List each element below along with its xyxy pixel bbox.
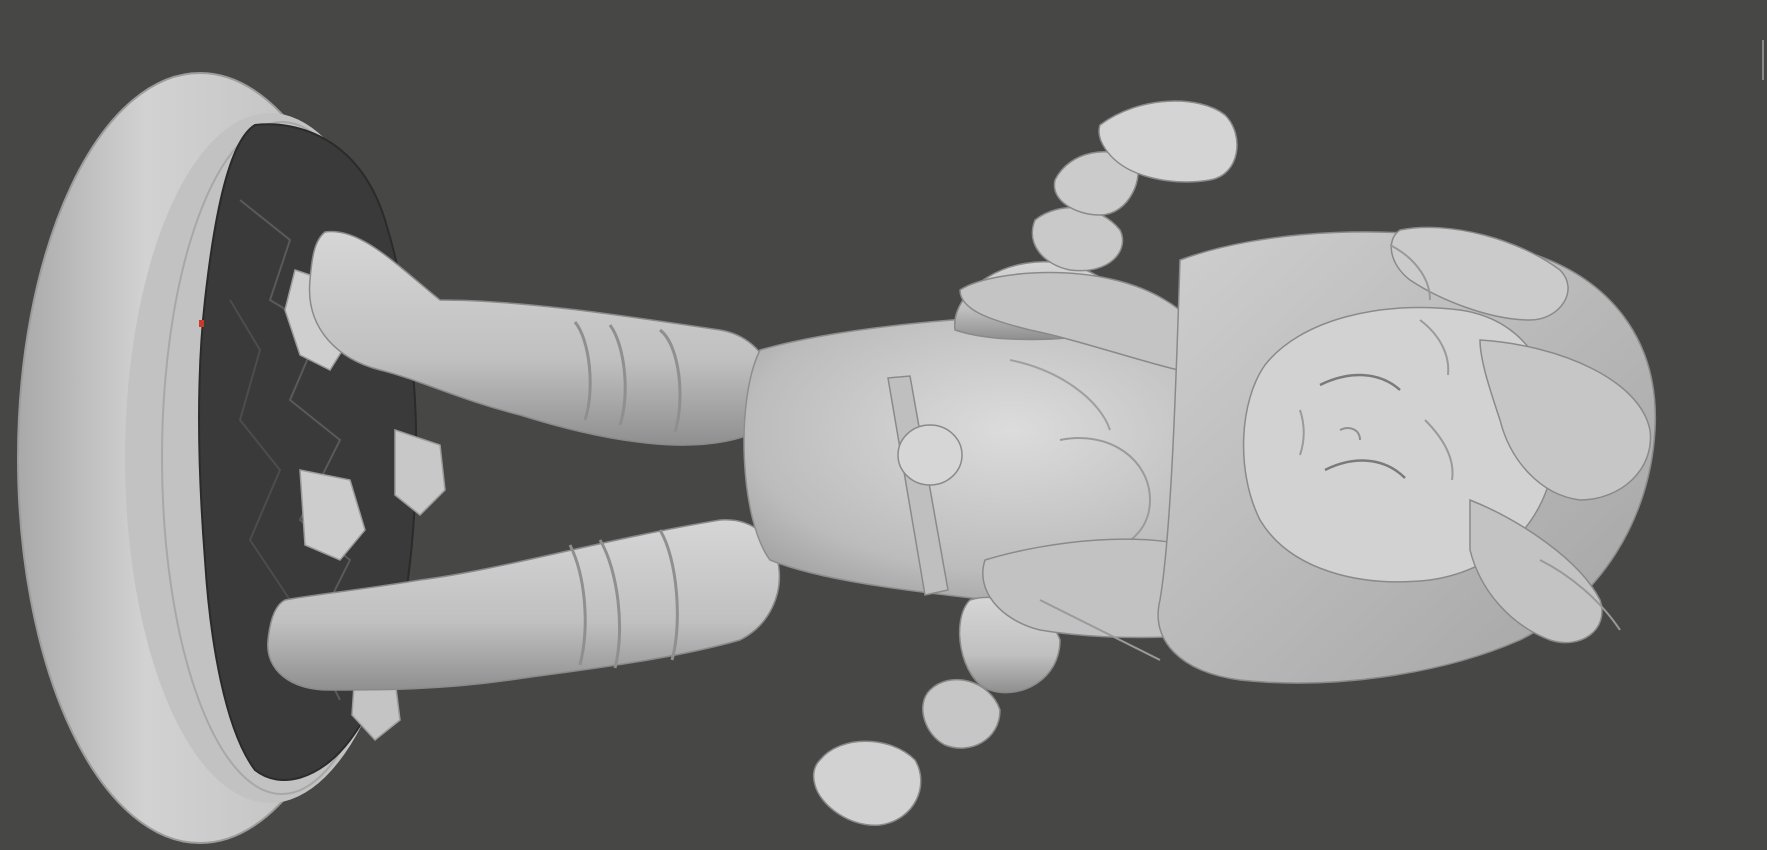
selection-marker [199,320,204,327]
sculpt-model-view[interactable] [0,0,1767,850]
arm-lower [812,596,1061,826]
head [1157,226,1657,684]
3d-viewport[interactable] [0,0,1767,850]
pedestal [17,72,446,844]
viewport-edge-indicator [1762,40,1764,80]
